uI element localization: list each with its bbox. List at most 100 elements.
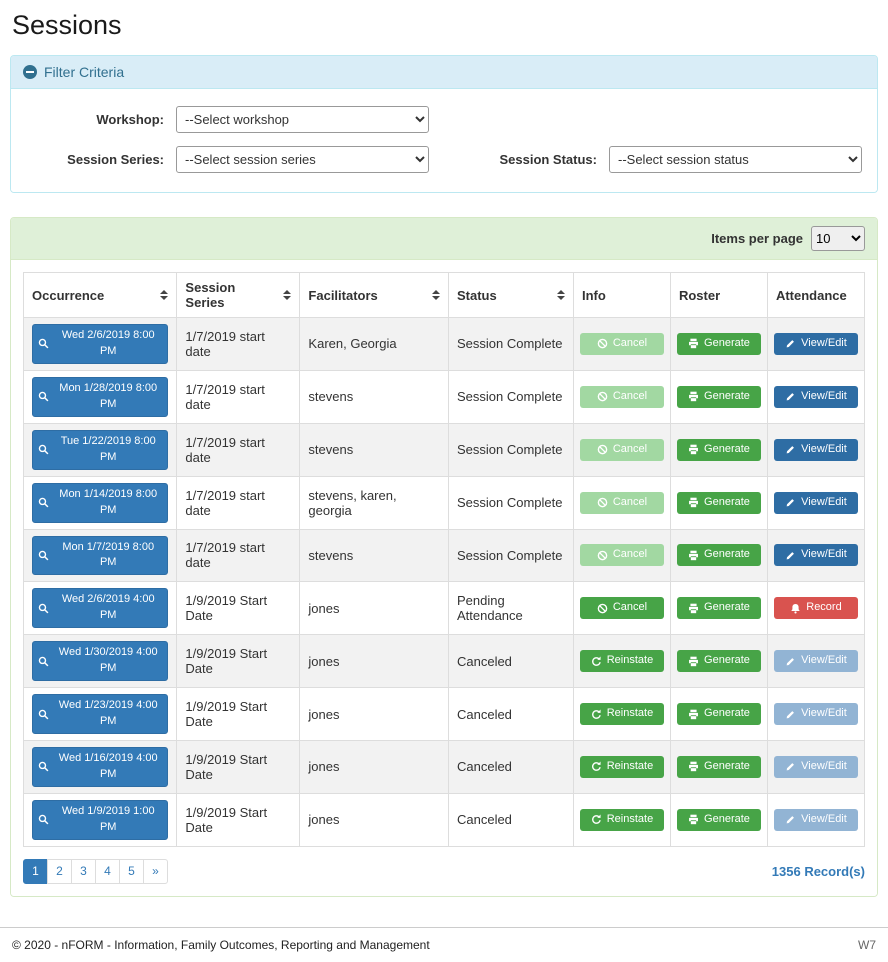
- pagination-page-2[interactable]: 2: [47, 859, 72, 884]
- status-cell: Pending Attendance: [448, 582, 573, 635]
- ban-icon: [597, 603, 608, 614]
- table-footer: 12345» 1356 Record(s): [23, 859, 865, 884]
- occurrence-button[interactable]: Wed 1/30/2019 4:00 PM: [32, 641, 168, 681]
- pagination-next-button[interactable]: »: [143, 859, 168, 884]
- view-edit-button[interactable]: View/Edit: [774, 544, 858, 566]
- column-header-facilitators[interactable]: Facilitators: [300, 273, 449, 318]
- occurrence-button[interactable]: Wed 2/6/2019 4:00 PM: [32, 588, 168, 628]
- view-edit-button[interactable]: View/Edit: [774, 333, 858, 355]
- column-header-roster: Roster: [670, 273, 767, 318]
- button-label: View/Edit: [801, 389, 847, 405]
- generate-button[interactable]: Generate: [677, 650, 761, 672]
- search-icon: [38, 338, 49, 349]
- workshop-select[interactable]: --Select workshop: [176, 106, 429, 133]
- pencil-icon: [785, 497, 796, 508]
- pagination-page-4[interactable]: 4: [95, 859, 120, 884]
- filter-criteria-header[interactable]: Filter Criteria: [11, 56, 877, 89]
- cancel-button[interactable]: Cancel: [580, 386, 664, 408]
- minus-circle-icon[interactable]: [23, 65, 37, 79]
- button-label: View/Edit: [801, 547, 847, 563]
- occurrence-button[interactable]: Wed 1/16/2019 4:00 PM: [32, 747, 168, 787]
- status-cell: Session Complete: [448, 370, 573, 423]
- search-icon: [38, 497, 49, 508]
- sort-icon[interactable]: [557, 290, 565, 300]
- reinstate-button[interactable]: Reinstate: [580, 703, 664, 725]
- occurrence-button[interactable]: Wed 2/6/2019 8:00 PM: [32, 324, 168, 364]
- generate-button[interactable]: Generate: [677, 544, 761, 566]
- button-label: Generate: [704, 600, 750, 616]
- status-cell: Session Complete: [448, 423, 573, 476]
- column-header-session-series[interactable]: Session Series: [177, 273, 300, 318]
- search-icon: [38, 761, 49, 772]
- button-label: Record: [806, 600, 841, 616]
- view-edit-button[interactable]: View/Edit: [774, 492, 858, 514]
- view-edit-button[interactable]: View/Edit: [774, 756, 858, 778]
- pencil-icon: [785, 761, 796, 772]
- cancel-button[interactable]: Cancel: [580, 333, 664, 355]
- workshop-field: Workshop: --Select workshop: [26, 106, 429, 133]
- generate-button[interactable]: Generate: [677, 492, 761, 514]
- items-per-page-label: Items per page: [711, 231, 803, 246]
- view-edit-button[interactable]: View/Edit: [774, 439, 858, 461]
- table-row: Wed 1/30/2019 4:00 PM1/9/2019 Start Date…: [24, 635, 865, 688]
- view-edit-button[interactable]: View/Edit: [774, 703, 858, 725]
- view-edit-button[interactable]: View/Edit: [774, 650, 858, 672]
- generate-button[interactable]: Generate: [677, 439, 761, 461]
- generate-button[interactable]: Generate: [677, 333, 761, 355]
- column-label: Facilitators: [308, 288, 377, 303]
- generate-button[interactable]: Generate: [677, 703, 761, 725]
- cancel-button[interactable]: Cancel: [580, 544, 664, 566]
- occurrence-cell: Wed 2/6/2019 4:00 PM: [24, 582, 177, 635]
- reinstate-button[interactable]: Reinstate: [580, 809, 664, 831]
- sort-icon[interactable]: [432, 290, 440, 300]
- cancel-button[interactable]: Cancel: [580, 597, 664, 619]
- button-label: Cancel: [613, 600, 647, 616]
- button-label: Cancel: [613, 442, 647, 458]
- pagination-page-5[interactable]: 5: [119, 859, 144, 884]
- occurrence-button[interactable]: Tue 1/22/2019 8:00 PM: [32, 430, 168, 470]
- sort-icon[interactable]: [283, 290, 291, 300]
- generate-button[interactable]: Generate: [677, 386, 761, 408]
- session-series-cell: 1/9/2019 Start Date: [177, 688, 300, 741]
- button-label: View/Edit: [801, 653, 847, 669]
- view-edit-button[interactable]: View/Edit: [774, 809, 858, 831]
- button-label: View/Edit: [801, 495, 847, 511]
- session-status-select[interactable]: --Select session status: [609, 146, 862, 173]
- occurrence-cell: Wed 1/16/2019 4:00 PM: [24, 741, 177, 794]
- facilitators-cell: jones: [300, 793, 449, 846]
- column-header-status[interactable]: Status: [448, 273, 573, 318]
- occurrence-button[interactable]: Mon 1/14/2019 8:00 PM: [32, 483, 168, 523]
- generate-button[interactable]: Generate: [677, 597, 761, 619]
- sort-icon[interactable]: [160, 290, 168, 300]
- column-label: Roster: [679, 288, 720, 303]
- occurrence-button[interactable]: Wed 1/23/2019 4:00 PM: [32, 694, 168, 734]
- print-icon: [688, 338, 699, 349]
- pagination-page-3[interactable]: 3: [71, 859, 96, 884]
- items-per-page-select[interactable]: 10: [811, 226, 865, 251]
- generate-button[interactable]: Generate: [677, 809, 761, 831]
- session-series-label: Session Series:: [26, 152, 176, 167]
- reinstate-button[interactable]: Reinstate: [580, 650, 664, 672]
- cancel-button[interactable]: Cancel: [580, 492, 664, 514]
- reinstate-button[interactable]: Reinstate: [580, 756, 664, 778]
- session-series-cell: 1/7/2019 start date: [177, 529, 300, 582]
- occurrence-cell: Tue 1/22/2019 8:00 PM: [24, 423, 177, 476]
- ban-icon: [597, 338, 608, 349]
- occurrence-button[interactable]: Wed 1/9/2019 1:00 PM: [32, 800, 168, 840]
- generate-button[interactable]: Generate: [677, 756, 761, 778]
- occurrence-button[interactable]: Mon 1/28/2019 8:00 PM: [32, 377, 168, 417]
- column-label: Occurrence: [32, 288, 104, 303]
- column-header-occurrence[interactable]: Occurrence: [24, 273, 177, 318]
- session-series-cell: 1/9/2019 Start Date: [177, 741, 300, 794]
- occurrence-button[interactable]: Mon 1/7/2019 8:00 PM: [32, 536, 168, 576]
- occurrence-cell: Mon 1/14/2019 8:00 PM: [24, 476, 177, 529]
- cancel-button[interactable]: Cancel: [580, 439, 664, 461]
- search-icon: [38, 709, 49, 720]
- button-label: Generate: [704, 442, 750, 458]
- print-icon: [688, 761, 699, 772]
- pagination-page-1[interactable]: 1: [23, 859, 48, 884]
- record-button[interactable]: Record: [774, 597, 858, 619]
- occurrence-cell: Wed 2/6/2019 8:00 PM: [24, 318, 177, 371]
- session-series-select[interactable]: --Select session series: [176, 146, 429, 173]
- view-edit-button[interactable]: View/Edit: [774, 386, 858, 408]
